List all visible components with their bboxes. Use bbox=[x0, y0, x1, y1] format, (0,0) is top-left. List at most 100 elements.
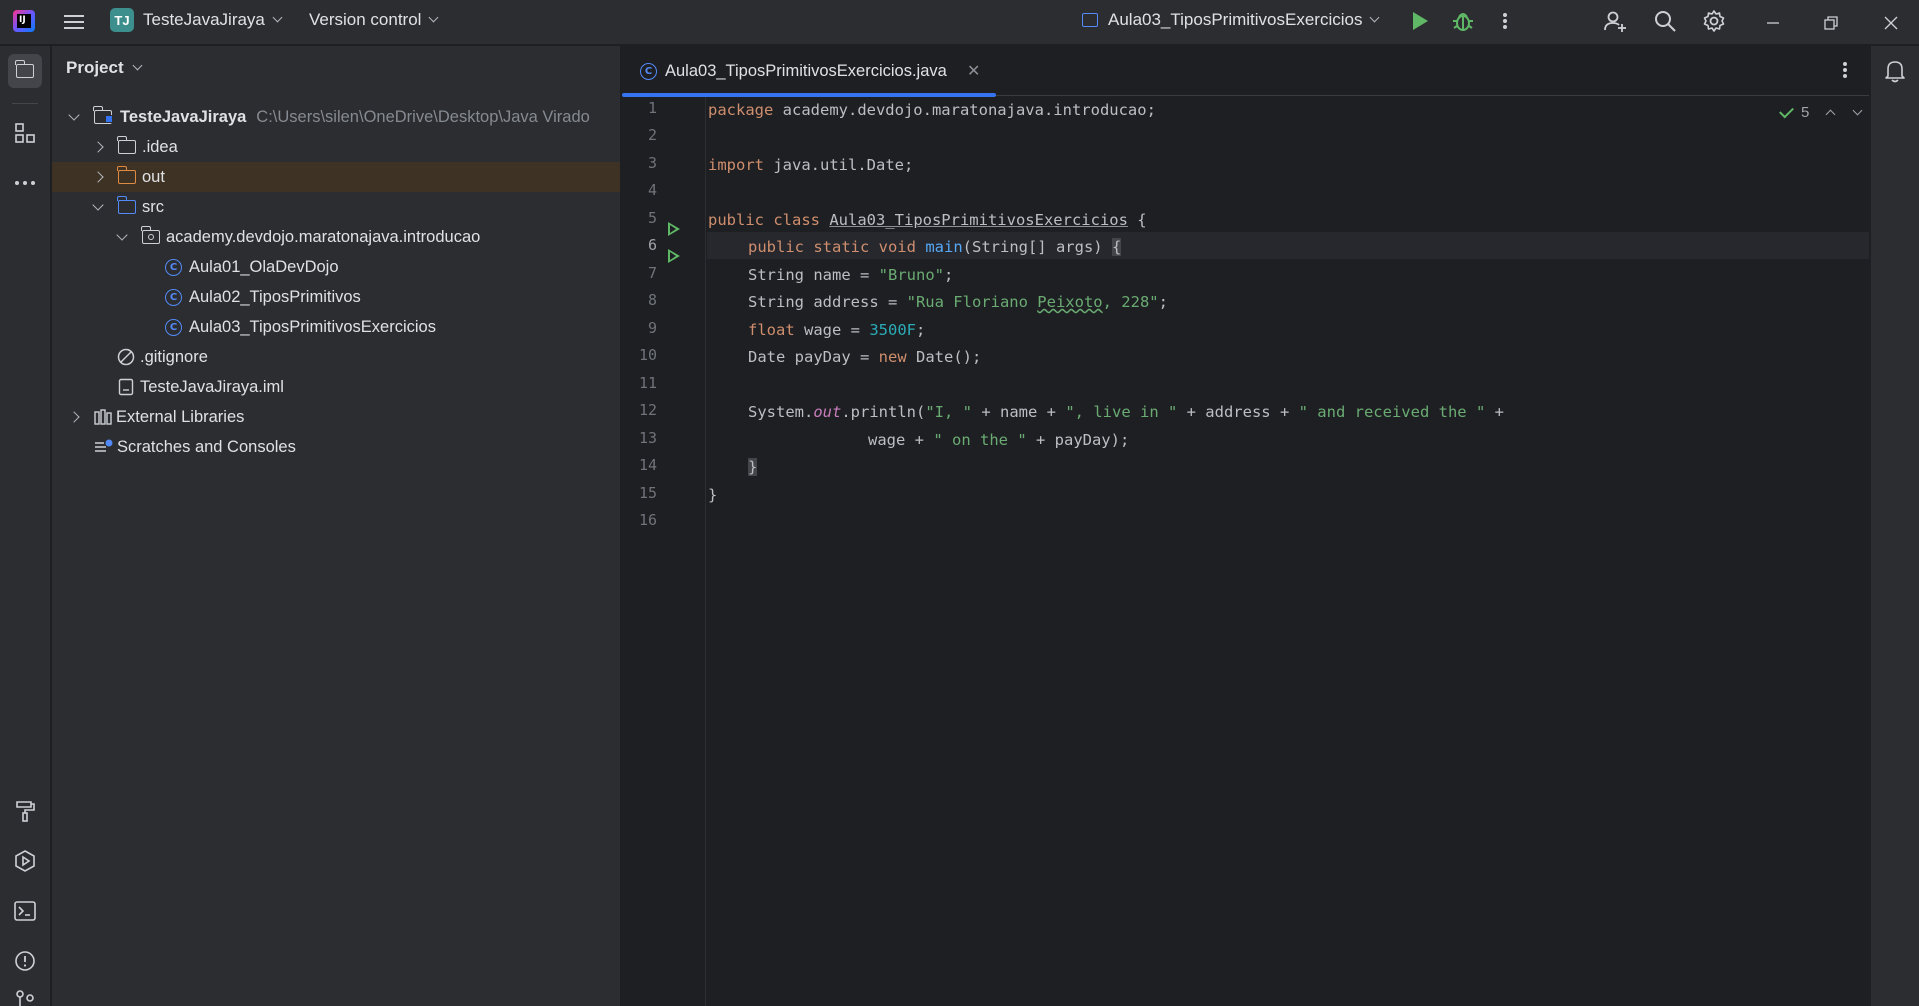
tree-node-external-libraries[interactable]: External Libraries bbox=[52, 402, 620, 432]
editor-tabs-more-icon[interactable] bbox=[1843, 62, 1847, 78]
next-highlight-icon[interactable] bbox=[1852, 105, 1863, 116]
add-user-icon bbox=[1604, 11, 1626, 32]
expand-arrow-icon[interactable] bbox=[92, 171, 104, 183]
tree-node-package[interactable]: academy.devdojo.maratonajava.introducao bbox=[52, 222, 620, 252]
tree-node-scratches[interactable]: Scratches and Consoles bbox=[52, 432, 620, 462]
intellij-logo-icon[interactable]: IJ bbox=[13, 10, 35, 32]
run-icon bbox=[1413, 12, 1428, 30]
version-control-label: Version control bbox=[309, 10, 422, 29]
hammer-icon bbox=[16, 801, 35, 822]
tree-label: Aula01_OlaDevDojo bbox=[189, 257, 339, 276]
version-control-menu[interactable]: Version control bbox=[309, 10, 439, 30]
close-window-button[interactable] bbox=[1868, 0, 1914, 45]
run-configuration-selector[interactable]: Aula03_TiposPrimitivosExercicios bbox=[1082, 10, 1380, 30]
java-class-icon: C bbox=[165, 288, 182, 306]
tree-node-idea[interactable]: .idea bbox=[52, 132, 620, 162]
chevron-down-icon bbox=[429, 12, 439, 23]
library-icon bbox=[94, 409, 112, 425]
minimize-icon bbox=[1767, 21, 1779, 24]
line-number-gutter[interactable]: 1 2 3 4 5 6 7 8 9 10 11 12 13 14 15 16 bbox=[622, 97, 706, 1006]
line-number: 7 bbox=[647, 264, 657, 282]
more-tool-windows-button[interactable] bbox=[8, 166, 42, 200]
editor-tab-title: Aula03_TiposPrimitivosExercicios.java bbox=[665, 61, 947, 80]
ignored-file-icon bbox=[117, 348, 135, 366]
services-run-icon bbox=[15, 850, 35, 872]
terminal-tool-button[interactable] bbox=[8, 894, 42, 928]
java-class-icon: C bbox=[165, 318, 182, 336]
chevron-down-icon bbox=[1370, 12, 1380, 23]
tree-node-class[interactable]: C Aula03_TiposPrimitivosExercicios bbox=[52, 312, 620, 342]
close-tab-icon[interactable]: ✕ bbox=[967, 61, 980, 81]
expand-arrow-icon[interactable] bbox=[92, 199, 104, 211]
line-number: 12 bbox=[638, 401, 657, 419]
code-line: } bbox=[748, 458, 758, 476]
line-number: 11 bbox=[638, 374, 657, 392]
project-badge[interactable]: TJ bbox=[110, 8, 134, 32]
expand-arrow-icon[interactable] bbox=[68, 109, 80, 121]
line-number: 16 bbox=[638, 511, 657, 529]
inspection-count: 5 bbox=[1801, 104, 1810, 121]
expand-arrow-icon[interactable] bbox=[92, 141, 104, 153]
tree-node-out[interactable]: out bbox=[52, 162, 620, 192]
inspection-widget[interactable]: 5 bbox=[1779, 103, 1863, 121]
problems-tool-button[interactable] bbox=[8, 944, 42, 978]
tree-label: .idea bbox=[142, 137, 178, 156]
code-with-me-button[interactable] bbox=[1603, 9, 1627, 33]
notifications-button[interactable] bbox=[1878, 54, 1912, 88]
tree-node-class[interactable]: C Aula01_OlaDevDojo bbox=[52, 252, 620, 282]
line-number: 2 bbox=[647, 126, 657, 144]
run-class-gutter-icon[interactable] bbox=[668, 222, 680, 236]
editor-tab[interactable]: C Aula03_TiposPrimitivosExercicios.java … bbox=[622, 46, 998, 97]
code-line: String address = "Rua Floriano Peixoto, … bbox=[748, 293, 1168, 311]
terminal-icon bbox=[14, 901, 36, 921]
left-tool-window-bar bbox=[0, 46, 51, 1006]
tree-node-root[interactable]: TesteJavaJiraya C:\Users\silen\OneDrive\… bbox=[52, 102, 620, 132]
more-actions-icon[interactable] bbox=[1503, 13, 1507, 29]
tree-node-gitignore[interactable]: .gitignore bbox=[52, 342, 620, 372]
git-tool-button[interactable] bbox=[8, 988, 42, 1006]
restore-button[interactable] bbox=[1808, 0, 1854, 45]
code-line: float wage = 3500F; bbox=[748, 321, 926, 339]
tree-node-class[interactable]: C Aula02_TiposPrimitivos bbox=[52, 282, 620, 312]
expand-arrow-icon[interactable] bbox=[116, 229, 128, 241]
more-horizontal-icon bbox=[15, 181, 35, 185]
tree-label: Aula02_TiposPrimitivos bbox=[189, 287, 361, 306]
settings-button[interactable] bbox=[1702, 9, 1726, 33]
tree-label: academy.devdojo.maratonajava.introducao bbox=[166, 227, 481, 246]
line-number: 4 bbox=[647, 181, 657, 199]
run-button[interactable] bbox=[1413, 12, 1428, 30]
scratches-icon bbox=[95, 439, 113, 452]
project-switcher[interactable]: TesteJavaJiraya bbox=[143, 10, 283, 30]
search-button[interactable] bbox=[1653, 9, 1677, 33]
line-number: 15 bbox=[638, 484, 657, 502]
project-view-selector[interactable]: Project bbox=[66, 58, 143, 78]
restore-window-icon bbox=[1824, 15, 1838, 30]
debug-button[interactable] bbox=[1452, 9, 1474, 33]
project-tool-window: Project TesteJavaJiraya C:\Users\silen\O… bbox=[52, 46, 621, 1006]
main-menu-button[interactable] bbox=[60, 9, 88, 35]
build-tool-button[interactable] bbox=[8, 794, 42, 828]
editor-area: C Aula03_TiposPrimitivosExercicios.java … bbox=[622, 46, 1869, 1006]
minimize-button[interactable] bbox=[1750, 0, 1796, 45]
run-main-gutter-icon[interactable] bbox=[668, 249, 680, 263]
root-project-path: C:\Users\silen\OneDrive\Desktop\Java Vir… bbox=[256, 107, 590, 126]
tree-node-src[interactable]: src bbox=[52, 192, 620, 222]
project-tool-button[interactable] bbox=[8, 54, 42, 88]
previous-highlight-icon[interactable] bbox=[1825, 109, 1836, 120]
problems-alert-icon bbox=[15, 951, 35, 971]
git-icon bbox=[16, 990, 34, 1006]
tree-node-iml[interactable]: TesteJavaJiraya.iml bbox=[52, 372, 620, 402]
search-icon bbox=[1655, 11, 1676, 32]
bell-icon bbox=[1885, 61, 1905, 83]
java-class-icon: C bbox=[640, 62, 657, 80]
expand-arrow-icon[interactable] bbox=[68, 411, 80, 423]
package-icon bbox=[141, 226, 160, 244]
toolbar-divider bbox=[12, 103, 38, 104]
code-line: System.out.println("I, " + name + ", liv… bbox=[748, 403, 1504, 421]
tree-label: out bbox=[142, 167, 165, 186]
line-number: 14 bbox=[638, 456, 657, 474]
folder-icon bbox=[15, 60, 34, 78]
services-tool-button[interactable] bbox=[8, 844, 42, 878]
structure-tool-button[interactable] bbox=[8, 116, 42, 150]
code-line: public class Aula03_TiposPrimitivosExerc… bbox=[708, 211, 1147, 229]
